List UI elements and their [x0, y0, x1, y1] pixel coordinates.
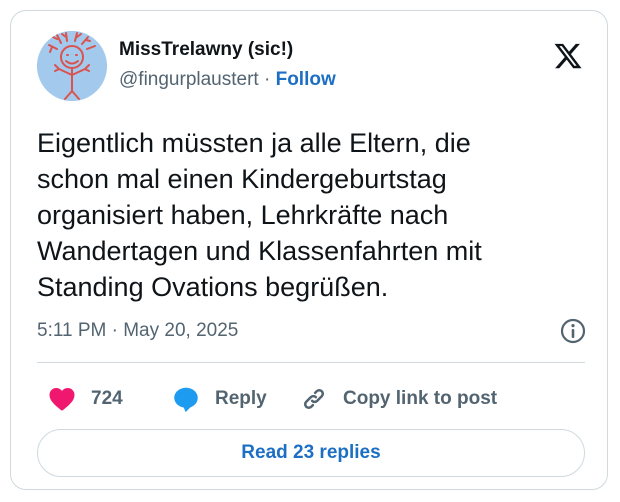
like-count: 724	[91, 388, 123, 409]
tweet-text-line: Standing Ovations begrüßen.	[37, 272, 389, 302]
like-button[interactable]: 724	[47, 383, 123, 415]
handle-separator: ·	[263, 69, 271, 90]
tweet-text-line: Eigentlich müssten ja alle Eltern, die	[37, 128, 471, 158]
divider	[37, 362, 585, 363]
display-name[interactable]: MissTrelawny (sic!)	[119, 38, 336, 62]
heart-icon	[49, 388, 75, 411]
follow-button[interactable]: Follow	[276, 69, 336, 90]
tweet-meta: 5:11 PM · May 20, 2025	[37, 315, 587, 345]
user-info: MissTrelawny (sic!) @fingurplaustert · F…	[119, 38, 336, 92]
drawn-figure-avatar-icon	[37, 31, 107, 101]
reply-label: Reply	[215, 388, 267, 409]
action-bar: 724 Reply Copy link to post	[37, 383, 585, 415]
tweet-text-line: Wandertagen und Klassenfahrten mit	[37, 236, 482, 266]
avatar[interactable]	[37, 31, 107, 101]
tweet-header: MissTrelawny (sic!) @fingurplaustert · F…	[37, 31, 585, 103]
tweet-text-line: organisiert haben, Lehrkräfte nach	[37, 200, 449, 230]
info-icon[interactable]	[559, 317, 587, 345]
tweet-text: Eigentlich müssten ja alle Eltern, die s…	[37, 125, 597, 305]
copy-link-label: Copy link to post	[343, 388, 498, 409]
copy-link-button[interactable]: Copy link to post	[299, 383, 497, 415]
read-replies-button[interactable]: Read 23 replies	[37, 429, 585, 477]
tweet-text-line: schon mal einen Kindergeburtstag	[37, 164, 447, 194]
reply-bubble-icon	[174, 387, 198, 412]
tweet-embed-card: MissTrelawny (sic!) @fingurplaustert · F…	[10, 10, 608, 490]
user-handle[interactable]: @fingurplaustert	[119, 69, 259, 90]
handle-line: @fingurplaustert · Follow	[119, 68, 336, 92]
link-icon	[303, 388, 325, 410]
x-logo-icon[interactable]	[553, 41, 583, 71]
reply-button[interactable]: Reply	[171, 383, 267, 415]
timestamp[interactable]: 5:11 PM · May 20, 2025	[37, 319, 238, 343]
